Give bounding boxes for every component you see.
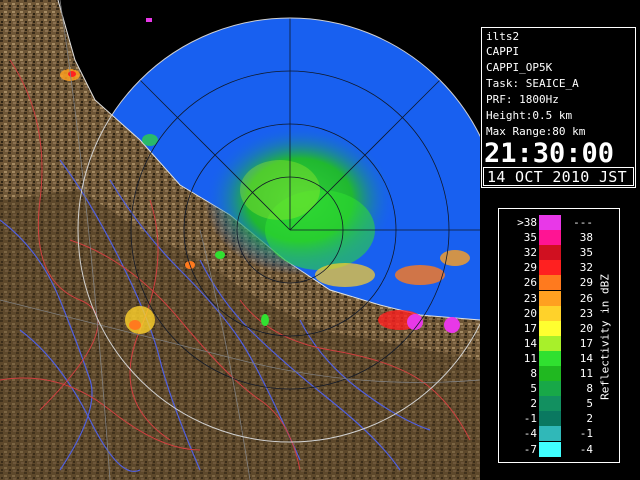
legend-swatch [539, 426, 561, 442]
legend-low-value: >38 [517, 216, 537, 229]
legend-row: 32 35 [499, 245, 599, 261]
legend-high-value: --- [573, 216, 593, 229]
legend-high-value: 14 [579, 351, 593, 365]
legend-low-value: 29 [523, 261, 537, 275]
legend-row: 58 [499, 381, 599, 397]
legend-row: -1 2 [499, 411, 599, 427]
legend-high-value: 29 [579, 276, 593, 290]
legend-row: 26 29 [499, 275, 599, 291]
legend-high-value: 8 [586, 382, 593, 396]
product-label: CAPPI [486, 45, 520, 58]
legend-swatch [539, 290, 561, 306]
legend-swatch [539, 275, 561, 291]
height-label: Height:0.5 km [486, 109, 573, 122]
legend-high-value: 23 [579, 306, 593, 320]
site-name: ilts2 [486, 30, 520, 43]
legend-low-value: 20 [523, 306, 537, 320]
legend-low-value: -1 [523, 412, 537, 426]
legend-low-value: 26 [523, 276, 537, 290]
legend-swatch [539, 350, 561, 366]
legend-row: 20 23 [499, 305, 599, 321]
product-name: CAPPI_OP5K [486, 61, 553, 74]
legend-low-value: 5 [530, 382, 537, 396]
legend-high-value: 17 [579, 336, 593, 350]
site-marker [146, 18, 152, 22]
legend-row: >38 --- [499, 215, 599, 230]
legend-high-value: 11 [579, 367, 593, 380]
legend-low-value: 32 [523, 246, 537, 260]
legend-row: -7 -4 [499, 441, 599, 457]
legend-high-value: 5 [586, 397, 593, 411]
observation-time: 21:30:00 [484, 138, 615, 169]
legend-high-value: 2 [586, 412, 593, 426]
legend-low-value: 2 [530, 397, 537, 411]
task-label: Task: SEAICE_A [486, 77, 579, 90]
legend-row: 14 17 [499, 335, 599, 351]
legend-high-value: 38 [579, 231, 593, 245]
legend-low-value: 8 [530, 367, 537, 380]
prf-label: PRF: 1800Hz [486, 93, 559, 106]
max-range-label: Max Range:80 km [486, 125, 586, 138]
legend-high-value: -1 [579, 427, 593, 441]
legend-low-value: -7 [523, 442, 537, 456]
legend-row: 23 26 [499, 290, 599, 306]
legend-swatch [539, 245, 561, 261]
legend-low-value: 11 [523, 351, 537, 365]
legend-high-value: 35 [579, 246, 593, 260]
legend-row: 25 [499, 396, 599, 412]
observation-date: 14 OCT 2010 JST [487, 168, 627, 186]
radar-map-canvas [0, 0, 480, 480]
legend-swatch [539, 215, 561, 230]
legend-swatch [539, 305, 561, 321]
legend-swatch [539, 260, 561, 276]
legend-swatch [539, 441, 561, 457]
legend-high-value: 26 [579, 291, 593, 305]
legend-row: -4 -1 [499, 426, 599, 442]
legend-title: Reflectivity in dBZ [598, 274, 612, 400]
legend-swatch [539, 381, 561, 397]
legend-row: 35 38 [499, 230, 599, 246]
legend-swatch [539, 396, 561, 412]
legend-swatch [539, 366, 561, 381]
legend-swatch [539, 411, 561, 427]
info-panel: ilts2 CAPPI CAPPI_OP5K Task: SEAICE_A PR… [481, 27, 636, 188]
legend-swatch [539, 320, 561, 336]
legend-swatch [539, 335, 561, 351]
legend-row: 29 32 [499, 260, 599, 276]
reflectivity-legend: >38 --- 35 38 32 35 29 32 26 29 23 26 20 23 17 20 14 17 11… [498, 208, 620, 463]
radar-map [0, 0, 480, 480]
legend-low-value: 14 [523, 336, 537, 350]
legend-high-value: 20 [579, 321, 593, 335]
legend-row: 11 14 [499, 350, 599, 366]
legend-row: 8 11 [499, 366, 599, 381]
legend-low-value: 35 [523, 231, 537, 245]
legend-high-value: 32 [579, 261, 593, 275]
legend-row: 17 20 [499, 320, 599, 336]
legend-low-value: 23 [523, 291, 537, 305]
legend-low-value: 17 [523, 321, 537, 335]
legend-swatch [539, 230, 561, 246]
date-box: 14 OCT 2010 JST [483, 167, 634, 186]
legend-low-value: -4 [523, 427, 537, 441]
legend-high-value: -4 [579, 442, 593, 456]
